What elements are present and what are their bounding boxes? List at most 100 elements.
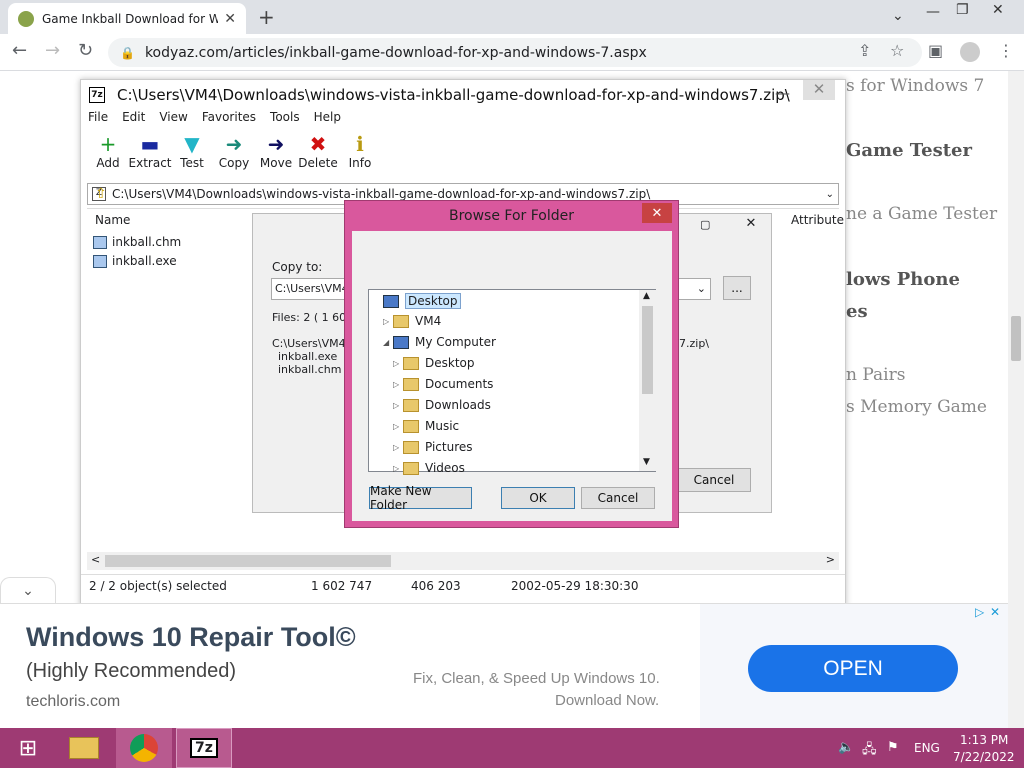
- new-tab-icon[interactable]: +: [258, 5, 275, 29]
- address-bar[interactable]: 🔒 kodyaz.com/articles/inkball-game-downl…: [108, 38, 922, 67]
- column-attribute[interactable]: Attribute: [791, 213, 844, 227]
- folder-tree[interactable]: ▲ ▼ Desktop ▷ VM4 ◢ My Computer ▷ Desktop ▷ Docu…: [368, 289, 656, 475]
- tool-extract-button[interactable]: ▬ Extract: [129, 132, 172, 180]
- expand-arrow-icon[interactable]: ▷: [393, 380, 403, 389]
- tree-item[interactable]: Desktop: [373, 293, 461, 309]
- tool-move-button[interactable]: ➜ Move: [255, 132, 297, 180]
- reload-icon[interactable]: ↻: [78, 40, 93, 61]
- scrollbar-thumb[interactable]: [642, 306, 653, 394]
- chevron-down-icon[interactable]: ⌄: [826, 189, 834, 200]
- minimize-icon[interactable]: —: [926, 4, 940, 20]
- expand-arrow-icon[interactable]: ▷: [383, 317, 393, 326]
- menu-view[interactable]: View: [152, 110, 194, 130]
- chrome-taskbar-icon[interactable]: [116, 728, 172, 768]
- share-icon[interactable]: ⇪: [858, 41, 871, 60]
- 7zip-titlebar[interactable]: 7z C:\Users\VM4\Downloads\windows-vista-…: [81, 80, 845, 110]
- scroll-right-icon[interactable]: >: [826, 553, 835, 566]
- 7zip-taskbar-icon[interactable]: 7z: [176, 728, 232, 768]
- delete-icon: ✖: [309, 132, 327, 156]
- start-button[interactable]: ⊞: [0, 728, 56, 768]
- profile-avatar-icon[interactable]: [960, 42, 980, 62]
- adchoices-icon[interactable]: ▷: [975, 605, 984, 619]
- ok-button[interactable]: OK: [501, 487, 575, 509]
- column-name[interactable]: Name: [95, 213, 130, 227]
- tab-strip: Game Inkball Download for Wind ✕ + ⌄ — ❐…: [0, 0, 1024, 34]
- tree-item[interactable]: ▷ Downloads: [393, 398, 491, 412]
- article-link[interactable]: s Memory Game: [846, 397, 987, 417]
- expand-arrow-icon[interactable]: ▷: [393, 401, 403, 410]
- ad-banner[interactable]: Windows 10 Repair Tool© (Highly Recommen…: [0, 603, 1008, 729]
- tab-search-icon[interactable]: ⌄: [892, 8, 904, 24]
- expand-arrow-icon[interactable]: ◢: [383, 338, 393, 347]
- article-link[interactable]: ne a Game Tester: [846, 204, 997, 224]
- back-icon[interactable]: ←: [12, 40, 27, 61]
- horizontal-scrollbar[interactable]: < >: [87, 552, 839, 570]
- action-center-icon[interactable]: ⚑: [887, 740, 899, 755]
- file-explorer-taskbar-icon[interactable]: [56, 728, 112, 768]
- list-item[interactable]: inkball.exe: [93, 254, 177, 268]
- scroll-down-icon[interactable]: ▼: [643, 457, 650, 467]
- menu-favorites[interactable]: Favorites: [195, 110, 263, 130]
- tool-info-button[interactable]: ℹ Info: [339, 132, 381, 180]
- restore-icon[interactable]: ❐: [956, 2, 969, 18]
- expand-arrow-icon[interactable]: ▷: [393, 443, 403, 452]
- expand-arrow-icon[interactable]: ▷: [393, 359, 403, 368]
- ad-domain[interactable]: techloris.com: [26, 693, 120, 711]
- scrollbar-thumb[interactable]: [105, 555, 391, 567]
- browse-button[interactable]: ...: [723, 276, 751, 300]
- menu-tools[interactable]: Tools: [263, 110, 307, 130]
- bookmark-star-icon[interactable]: ☆: [890, 41, 904, 60]
- cancel-button[interactable]: Cancel: [677, 468, 751, 492]
- scroll-up-icon[interactable]: ▲: [643, 291, 650, 301]
- maximize-icon[interactable]: ▢: [700, 218, 710, 231]
- tree-item[interactable]: ▷ Pictures: [393, 440, 473, 454]
- collapse-ad-icon[interactable]: ⌄: [0, 577, 56, 603]
- tool-add-button[interactable]: + Add: [87, 132, 129, 180]
- scrollbar-thumb[interactable]: [1011, 316, 1021, 361]
- tool-delete-button[interactable]: ✖ Delete: [297, 132, 339, 180]
- menu-edit[interactable]: Edit: [115, 110, 152, 130]
- folder-icon: [403, 377, 419, 391]
- network-icon[interactable]: 🖧: [862, 740, 877, 762]
- browser-tab[interactable]: Game Inkball Download for Wind ✕: [8, 3, 246, 34]
- tree-item[interactable]: ▷ VM4: [383, 314, 441, 328]
- scroll-left-icon[interactable]: <: [91, 553, 100, 566]
- expand-arrow-icon[interactable]: ▷: [393, 422, 403, 431]
- lock-icon[interactable]: 🔒: [120, 46, 135, 60]
- menu-help[interactable]: Help: [307, 110, 348, 130]
- tool-test-button[interactable]: ▼ Test: [171, 132, 213, 180]
- tool-copy-button[interactable]: ➜ Copy: [213, 132, 255, 180]
- minimize-icon[interactable]: —: [775, 84, 790, 102]
- article-link[interactable]: s for Windows 7: [846, 76, 984, 96]
- tree-item[interactable]: ▷ Desktop: [393, 356, 475, 370]
- close-icon[interactable]: ✕: [733, 216, 769, 236]
- menu-file[interactable]: File: [81, 110, 115, 130]
- close-window-icon[interactable]: ✕: [992, 2, 1004, 18]
- clock-time[interactable]: 1:13 PM: [960, 733, 1008, 747]
- tree-item[interactable]: ▷ Documents: [393, 377, 493, 391]
- ad-headline[interactable]: Windows 10 Repair Tool©: [26, 622, 356, 653]
- tree-item-label: Downloads: [425, 398, 491, 412]
- article-link[interactable]: n Pairs: [846, 365, 905, 385]
- tree-item[interactable]: ▷ Videos: [393, 461, 465, 475]
- language-indicator[interactable]: ENG: [914, 741, 940, 755]
- forward-icon[interactable]: →: [45, 40, 60, 61]
- menu-kebab-icon[interactable]: ⋮: [998, 41, 1014, 60]
- make-new-folder-button[interactable]: Make New Folder: [369, 484, 472, 512]
- cancel-button[interactable]: Cancel: [581, 487, 655, 509]
- close-ad-icon[interactable]: ✕: [990, 605, 1000, 619]
- tree-item[interactable]: ◢ My Computer: [383, 335, 496, 349]
- side-panel-icon[interactable]: ▣: [928, 41, 943, 60]
- up-folder-icon[interactable]: ⇧: [95, 186, 107, 202]
- expand-arrow-icon[interactable]: ▷: [393, 464, 403, 473]
- clock-date[interactable]: 7/22/2022: [953, 750, 1015, 764]
- close-tab-icon[interactable]: ✕: [224, 11, 236, 27]
- volume-muted-icon[interactable]: 🔈: [838, 740, 854, 755]
- tree-item[interactable]: ▷ Music: [393, 419, 459, 433]
- tree-scrollbar[interactable]: ▲ ▼: [639, 290, 656, 471]
- close-icon[interactable]: ✕: [803, 80, 835, 100]
- list-item[interactable]: inkball.chm: [93, 235, 181, 249]
- chevron-down-icon[interactable]: ⌄: [697, 282, 706, 295]
- ad-open-button[interactable]: OPEN: [748, 645, 958, 692]
- close-icon[interactable]: ✕: [642, 203, 672, 223]
